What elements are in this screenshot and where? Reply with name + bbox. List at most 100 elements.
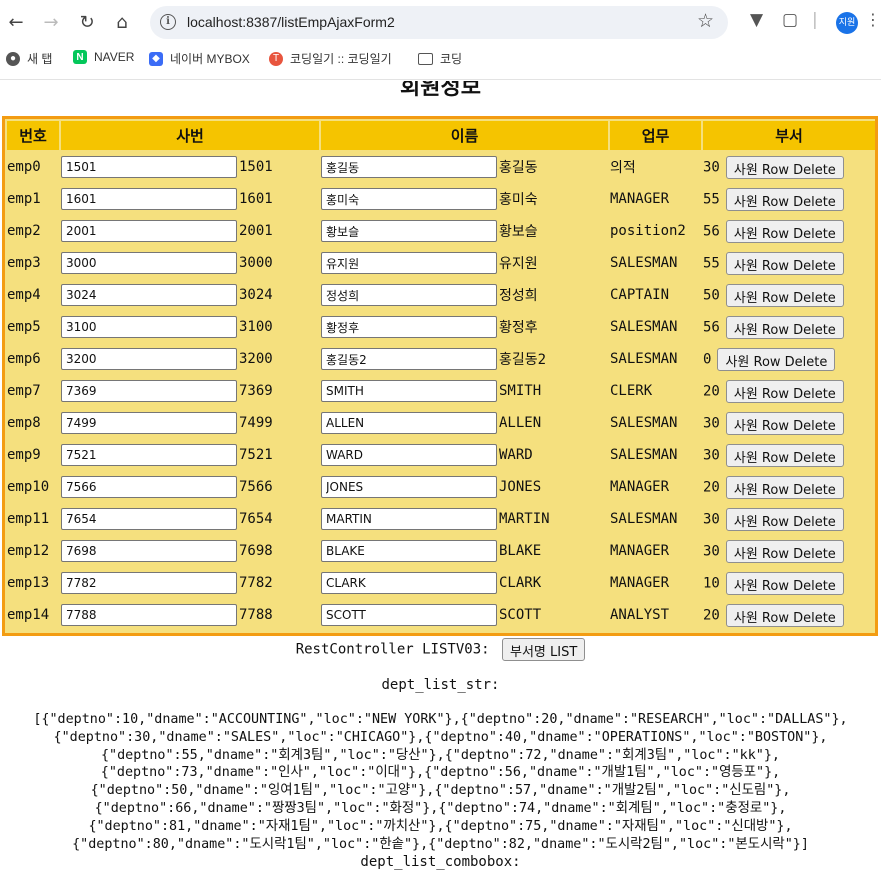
row-delete-button[interactable]: 사원 Row Delete xyxy=(725,539,844,563)
home-icon[interactable]: ⌂ xyxy=(109,9,135,35)
ename-input[interactable] xyxy=(321,508,497,530)
page-content: 회원정보 번호 사번 이름 업무 부서 emp0 1501 홍길동 의적 30 사원 Ro… xyxy=(0,81,881,873)
empno-input[interactable] xyxy=(61,188,237,210)
empno-input[interactable] xyxy=(61,508,237,530)
empno-input[interactable] xyxy=(61,316,237,338)
dept-list-button[interactable]: 부서명 LIST xyxy=(502,638,586,661)
table-row: emp9 7521 WARD SALESMAN 30 사원 Row Delete xyxy=(7,440,875,470)
table-row: emp2 2001 황보슬 position2 56 사원 Row Delete xyxy=(7,216,875,246)
cell-empno: 7369 xyxy=(61,376,319,406)
job-text: MANAGER xyxy=(610,543,670,559)
empno-input[interactable] xyxy=(61,572,237,594)
row-delete-button[interactable]: 사원 Row Delete xyxy=(725,251,844,275)
cell-empno: 7521 xyxy=(61,440,319,470)
row-delete-button[interactable]: 사원 Row Delete xyxy=(725,507,844,531)
row-number: emp0 xyxy=(7,159,41,175)
ename-text: 홍길동 xyxy=(499,160,538,176)
cell-job: CAPTAIN xyxy=(610,280,701,310)
job-text: SALESMAN xyxy=(610,511,678,527)
bookmark-new-tab[interactable]: ● 새 탭 xyxy=(6,50,52,67)
ename-input[interactable] xyxy=(321,188,497,210)
more-menu-icon[interactable]: ⋮ xyxy=(865,10,881,29)
dept-text: 0 xyxy=(703,351,712,367)
row-delete-button[interactable]: 사원 Row Delete xyxy=(725,475,844,499)
empno-input[interactable] xyxy=(61,444,237,466)
bookmark-naver[interactable]: N NAVER xyxy=(73,50,134,64)
back-icon[interactable]: ← xyxy=(3,9,29,35)
row-delete-button[interactable]: 사원 Row Delete xyxy=(725,443,844,467)
ename-text: MARTIN xyxy=(499,511,550,527)
table-row: emp12 7698 BLAKE MANAGER 30 사원 Row Delete xyxy=(7,536,875,566)
cell-empno: 7499 xyxy=(61,408,319,438)
profile-avatar[interactable]: 지원 xyxy=(836,12,858,34)
empno-input[interactable] xyxy=(61,220,237,242)
bookmark-coding-diary[interactable]: T 코딩일기 :: 코딩일기 xyxy=(269,50,392,67)
ename-input[interactable] xyxy=(321,412,497,434)
row-delete-button[interactable]: 사원 Row Delete xyxy=(717,347,836,371)
row-delete-button[interactable]: 사원 Row Delete xyxy=(725,315,844,339)
empno-text: 3024 xyxy=(239,287,273,303)
cell-job: 의적 xyxy=(610,152,701,182)
extensions-puzzle-icon[interactable]: ▢ xyxy=(782,10,798,30)
bookmark-mybox[interactable]: ◆ 네이버 MYBOX xyxy=(149,50,250,67)
cell-dept: 30 사원 Row Delete xyxy=(703,504,875,534)
dept-text: 55 xyxy=(703,191,720,207)
cell-empno: 1601 xyxy=(61,184,319,214)
cell-empno: 7654 xyxy=(61,504,319,534)
url-text[interactable]: localhost:8387/listEmpAjaxForm2 xyxy=(187,14,395,30)
empno-input[interactable] xyxy=(61,412,237,434)
ename-input[interactable] xyxy=(321,476,497,498)
empno-input[interactable] xyxy=(61,540,237,562)
cell-dept: 10 사원 Row Delete xyxy=(703,568,875,598)
empno-input[interactable] xyxy=(61,380,237,402)
row-delete-button[interactable]: 사원 Row Delete xyxy=(725,283,844,307)
ename-input[interactable] xyxy=(321,220,497,242)
ename-input[interactable] xyxy=(321,540,497,562)
cell-empno: 3100 xyxy=(61,312,319,342)
row-delete-button[interactable]: 사원 Row Delete xyxy=(725,411,844,435)
dept-list-str-label: dept_list_str: xyxy=(381,677,500,693)
ename-input[interactable] xyxy=(321,572,497,594)
row-delete-button[interactable]: 사원 Row Delete xyxy=(725,187,844,211)
divider: | xyxy=(812,10,818,30)
cell-no: emp1 xyxy=(7,184,59,214)
empno-input[interactable] xyxy=(61,284,237,306)
cell-job: SALESMAN xyxy=(610,248,701,278)
vpn-extension-icon[interactable]: ▼ xyxy=(750,10,763,30)
ename-text: 황보슬 xyxy=(499,224,538,240)
ename-input[interactable] xyxy=(321,444,497,466)
empno-input[interactable] xyxy=(61,348,237,370)
ename-input[interactable] xyxy=(321,156,497,178)
ename-input[interactable] xyxy=(321,252,497,274)
empno-input[interactable] xyxy=(61,252,237,274)
row-delete-button[interactable]: 사원 Row Delete xyxy=(725,155,844,179)
cell-job: MANAGER xyxy=(610,568,701,598)
ename-input[interactable] xyxy=(321,380,497,402)
ename-input[interactable] xyxy=(321,316,497,338)
empno-text: 7698 xyxy=(239,543,273,559)
cell-empno: 7782 xyxy=(61,568,319,598)
bookmark-coding-folder[interactable]: 코딩 xyxy=(418,50,462,67)
reload-icon[interactable]: ↻ xyxy=(74,9,100,35)
empno-input[interactable] xyxy=(61,476,237,498)
row-delete-button[interactable]: 사원 Row Delete xyxy=(725,379,844,403)
empno-text: 1501 xyxy=(239,159,273,175)
row-delete-button[interactable]: 사원 Row Delete xyxy=(725,219,844,243)
cell-empno: 3200 xyxy=(61,344,319,374)
ename-input[interactable] xyxy=(321,348,497,370)
cell-ename: MARTIN xyxy=(321,504,608,534)
bookmark-star-icon[interactable]: ☆ xyxy=(697,10,714,32)
row-delete-button[interactable]: 사원 Row Delete xyxy=(725,571,844,595)
empno-input[interactable] xyxy=(61,604,237,626)
ename-text: CLARK xyxy=(499,575,542,591)
bookmark-label: 새 탭 xyxy=(27,52,53,66)
forward-icon[interactable]: → xyxy=(38,9,64,35)
address-bar[interactable]: i localhost:8387/listEmpAjaxForm2 ☆ xyxy=(150,6,728,39)
dept-text: 30 xyxy=(703,159,720,175)
ename-input[interactable] xyxy=(321,604,497,626)
ename-input[interactable] xyxy=(321,284,497,306)
ename-text: 홍미숙 xyxy=(499,192,538,208)
site-info-icon[interactable]: i xyxy=(160,14,176,30)
row-delete-button[interactable]: 사원 Row Delete xyxy=(725,603,844,627)
empno-input[interactable] xyxy=(61,156,237,178)
